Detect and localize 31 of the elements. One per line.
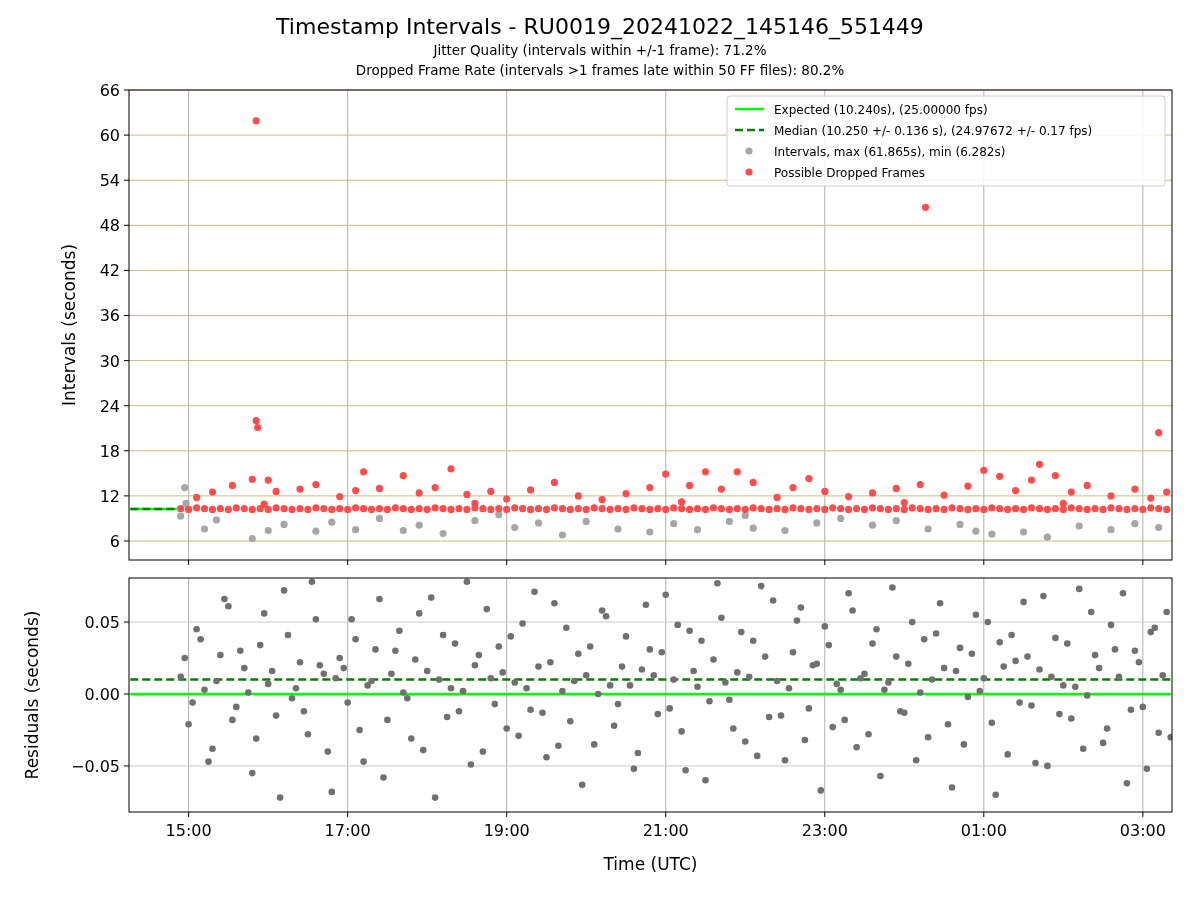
tick-label: 0.00 [84,685,120,704]
legend-label: Possible Dropped Frames [774,165,926,180]
chart-title: Timestamp Intervals - RU0019_20241022_145146_551449 [276,14,924,40]
tick-label: 12 [99,486,120,506]
tick-label: 01:00 [960,821,1007,840]
legend-label: Expected (10.240s), (25.00000 fps) [774,102,988,117]
axis-label: Residuals (seconds) [22,610,42,780]
tick-label: 42 [99,261,120,281]
axis-label: Time (UTC) [603,854,698,874]
tick-label: 17:00 [324,821,371,840]
tick-label: 36 [99,306,120,326]
tick-label: 66 [99,81,120,100]
tick-label: 15:00 [165,821,212,840]
legend-label: Median (10.250 +/- 0.136 s), (24.97672 +/- 0.17 fps) [774,123,1093,138]
tick-label: 30 [99,351,120,371]
chart-subtitle: Jitter Quality (intervals within +/-1 frame): 71.2% [433,41,767,60]
tick-label: 03:00 [1119,821,1166,840]
legend-label: Intervals, max (61.865s), min (6.282s) [774,144,1006,159]
tick-label: 19:00 [483,821,530,840]
tick-label: 18 [99,441,120,461]
tick-label: 60 [99,126,120,146]
axis-label: Intervals (seconds) [59,243,79,407]
tick-label: 48 [99,216,120,236]
tick-label: 0.05 [84,613,120,633]
tick-label: 54 [99,171,120,191]
chart-subtitle: Dropped Frame Rate (intervals >1 frames late within 50 FF files): 80.2% [355,61,845,80]
tick-label: 21:00 [642,821,689,840]
tick-label: 24 [99,396,120,416]
tick-label: 23:00 [801,821,848,840]
tick-label: 6 [109,532,120,551]
tick-label: −0.05 [70,756,120,776]
